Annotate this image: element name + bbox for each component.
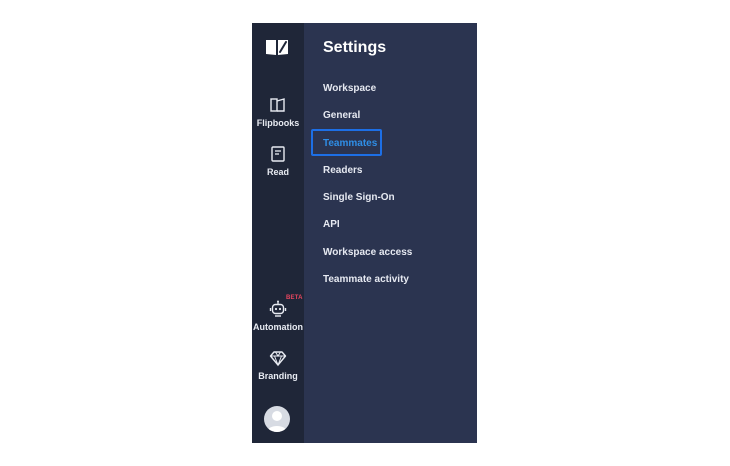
rail-item-read[interactable]: Read [252, 145, 304, 177]
settings-item-general[interactable]: General [323, 108, 412, 135]
flipbook-icon [270, 98, 285, 112]
page-title: Settings [323, 39, 387, 56]
rail-item-automation[interactable]: Automation [252, 300, 304, 332]
diamond-icon [269, 351, 287, 367]
app-window: Flipbooks Read BETA Automation Branding … [252, 23, 477, 443]
settings-item-readers[interactable]: Readers [323, 163, 412, 190]
rail-item-flipbooks[interactable]: Flipbooks [252, 96, 304, 128]
settings-item-workspace[interactable]: Workspace [323, 81, 412, 108]
settings-item-workspace-access[interactable]: Workspace access [323, 245, 412, 272]
settings-menu: Workspace General Teammates Readers Sing… [323, 81, 412, 299]
settings-item-teammate-activity[interactable]: Teammate activity [323, 272, 412, 299]
rail-item-label: Branding [258, 371, 298, 381]
icon-rail: Flipbooks Read BETA Automation Branding [252, 23, 304, 443]
settings-item-single-sign-on[interactable]: Single Sign-On [323, 190, 412, 217]
robot-icon [269, 300, 287, 317]
user-avatar-icon [267, 411, 287, 432]
settings-item-api[interactable]: API [323, 217, 412, 244]
settings-item-teammates[interactable]: Teammates [323, 136, 412, 163]
user-avatar[interactable] [264, 406, 290, 432]
rail-item-label: Flipbooks [256, 118, 300, 128]
rail-item-label: Read [266, 167, 289, 177]
settings-panel: Settings Workspace General Teammates Rea… [304, 23, 477, 443]
read-icon [271, 146, 285, 162]
open-book-icon[interactable] [264, 37, 290, 57]
rail-item-label: Automation [253, 322, 303, 332]
rail-item-branding[interactable]: Branding [252, 349, 304, 381]
